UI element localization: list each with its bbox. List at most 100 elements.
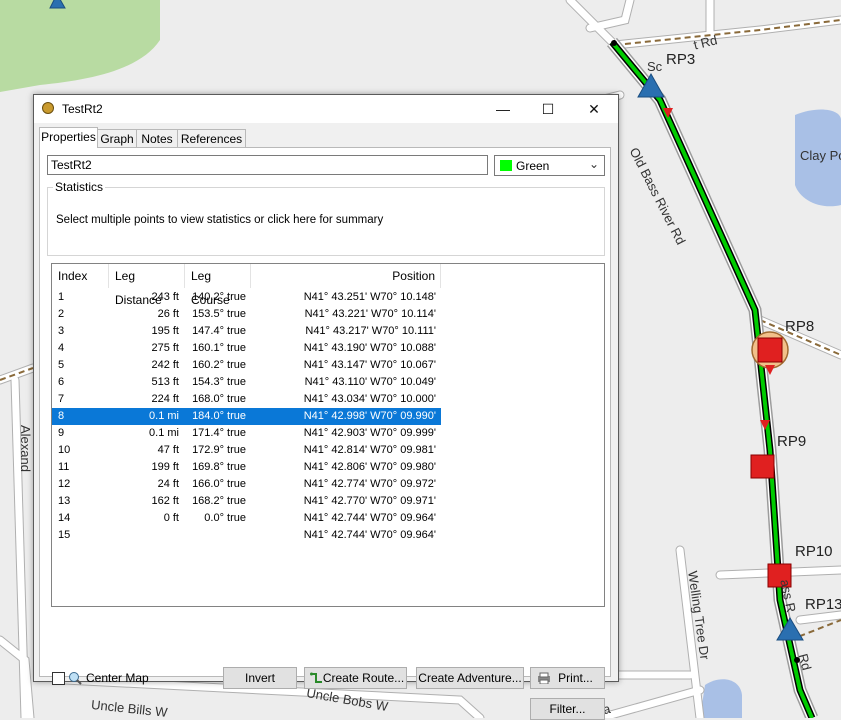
invert-button[interactable]: Invert bbox=[223, 667, 297, 689]
pond bbox=[700, 679, 742, 718]
statistics-summary-link[interactable]: Select multiple points to view statistic… bbox=[56, 214, 383, 226]
cell-index: 4 bbox=[58, 342, 65, 354]
table-row[interactable]: 14 0 ft 0.0° true N41° 42.744' W70° 09.964' bbox=[52, 510, 441, 527]
globe-magnifier-icon bbox=[68, 671, 82, 685]
rp8-marker bbox=[757, 337, 783, 363]
map-label-rp9: RP9 bbox=[777, 433, 807, 450]
table-row[interactable]: 3 195 ft 147.4° true N41° 43.217' W70° 10.1… bbox=[52, 323, 441, 340]
table-row[interactable]: 9 0.1 mi 171.4° true N41° 42.903' W70° 09.9… bbox=[52, 425, 441, 442]
cell-leg-distance: 242 ft bbox=[151, 359, 179, 371]
cell-position: N41° 43.147' W70° 10.067' bbox=[303, 359, 436, 371]
tab-notes[interactable]: Notes bbox=[136, 129, 178, 147]
cell-leg-course: 168.2° true bbox=[192, 495, 246, 507]
close-button[interactable]: ✕ bbox=[571, 95, 617, 123]
table-row[interactable]: 7 224 ft 168.0° true N41° 43.034' W70° 10.0… bbox=[52, 391, 441, 408]
cell-leg-course: 140.2° true bbox=[192, 291, 246, 303]
table-row[interactable]: 10 47 ft 172.9° true N41° 42.814' W70° 09.9… bbox=[52, 442, 441, 459]
table-row[interactable]: 12 24 ft 166.0° true N41° 42.774' W70° 09.9… bbox=[52, 476, 441, 493]
route-properties-dialog: TestRt2 — ☐ ✕ Properties Graph Notes Ref… bbox=[33, 94, 619, 720]
center-map-checkbox[interactable] bbox=[52, 672, 65, 685]
cell-leg-course: 168.0° true bbox=[192, 393, 246, 405]
title-bar[interactable]: TestRt2 — ☐ ✕ bbox=[34, 95, 618, 123]
cell-leg-course: 184.0° true bbox=[192, 410, 246, 422]
cell-leg-course: 171.4° true bbox=[192, 427, 246, 439]
cell-position: N41° 42.744' W70° 09.964' bbox=[303, 512, 436, 524]
tab-graph[interactable]: Graph bbox=[97, 129, 137, 147]
route-points-table[interactable]: Index Leg Distance Leg Course Position 1… bbox=[51, 263, 605, 607]
cell-position: N41° 42.744' W70° 09.964' bbox=[303, 529, 436, 541]
print-button[interactable]: Print... bbox=[530, 667, 605, 689]
cell-leg-course: 166.0° true bbox=[192, 478, 246, 490]
column-header-index[interactable]: Index bbox=[52, 264, 109, 288]
cell-index: 11 bbox=[58, 461, 70, 473]
cell-position: N41° 43.217' W70° 10.111' bbox=[305, 325, 436, 337]
cell-leg-distance: 224 ft bbox=[151, 393, 179, 405]
table-row[interactable]: 5 242 ft 160.2° true N41° 43.147' W70° 10.0… bbox=[52, 357, 441, 374]
cell-index: 10 bbox=[58, 444, 71, 456]
cell-position: N41° 43.110' W70° 10.049' bbox=[304, 376, 436, 388]
color-select[interactable]: Green ⌄ bbox=[494, 155, 605, 176]
cell-leg-course: 0.0° true bbox=[204, 512, 246, 524]
cell-index: 9 bbox=[58, 427, 65, 439]
printer-icon bbox=[538, 672, 550, 684]
column-header-position[interactable]: Position bbox=[251, 264, 441, 288]
cell-leg-distance: 243 ft bbox=[151, 291, 179, 303]
map-label-rp10: RP10 bbox=[795, 543, 833, 560]
cell-index: 8 bbox=[58, 410, 65, 422]
cell-leg-distance: 0.1 mi bbox=[149, 410, 179, 422]
cell-leg-course: 172.9° true bbox=[192, 444, 246, 456]
properties-panel: TestRt2 Green ⌄ Statistics Select multip… bbox=[39, 147, 611, 720]
table-row[interactable]: 13 162 ft 168.2° true N41° 42.770' W70° 09.… bbox=[52, 493, 441, 510]
cell-leg-distance: 195 ft bbox=[151, 325, 179, 337]
table-row[interactable]: 4 275 ft 160.1° true N41° 43.190' W70° 10.0… bbox=[52, 340, 441, 357]
create-route-button[interactable]: Create Route... bbox=[304, 667, 407, 689]
filter-button[interactable]: Filter... bbox=[530, 698, 605, 720]
cell-index: 7 bbox=[58, 393, 65, 405]
cell-position: N41° 42.998' W70° 09.990' bbox=[303, 410, 436, 422]
route-icon bbox=[310, 672, 322, 683]
column-header-leg-course[interactable]: Leg Course bbox=[185, 264, 251, 307]
cell-index: 13 bbox=[58, 495, 71, 507]
cell-index: 1 bbox=[58, 291, 65, 303]
cell-leg-course: 160.2° true bbox=[192, 359, 246, 371]
cell-position: N41° 42.806' W70° 09.980' bbox=[303, 461, 436, 473]
table-row[interactable]: 8 0.1 mi 184.0° true N41° 42.998' W70° 09.9… bbox=[52, 408, 441, 425]
chevron-down-icon: ⌄ bbox=[588, 157, 599, 171]
route-name-field[interactable]: TestRt2 bbox=[47, 155, 488, 175]
cell-leg-distance: 275 ft bbox=[151, 342, 179, 354]
tab-properties[interactable]: Properties bbox=[39, 127, 98, 148]
table-row[interactable]: 2 26 ft 153.5° true N41° 43.221' W70° 10.11… bbox=[52, 306, 441, 323]
window-title: TestRt2 bbox=[62, 102, 103, 116]
minimize-button[interactable]: — bbox=[480, 95, 526, 123]
cell-leg-distance: 26 ft bbox=[157, 308, 179, 320]
map-label-sc: Sc bbox=[647, 59, 663, 74]
cell-position: N41° 42.903' W70° 09.999' bbox=[303, 427, 436, 439]
map-label-alexander: Alexand bbox=[18, 425, 33, 472]
statistics-legend: Statistics bbox=[53, 180, 106, 194]
table-row[interactable]: 1 243 ft 140.2° true N41° 43.251' W70° 10.1… bbox=[52, 289, 441, 306]
rp9-marker bbox=[750, 454, 775, 479]
app-icon bbox=[42, 102, 54, 114]
cell-position: N41° 43.190' W70° 10.088' bbox=[303, 342, 436, 354]
cell-index: 6 bbox=[58, 376, 65, 388]
cell-leg-distance: 199 ft bbox=[151, 461, 179, 473]
cell-index: 15 bbox=[58, 529, 71, 541]
cell-leg-distance: 513 ft bbox=[151, 376, 179, 388]
table-row[interactable]: 11 199 ft 169.8° true N41° 42.806' W70° 09.… bbox=[52, 459, 441, 476]
cell-leg-course: 147.4° true bbox=[192, 325, 246, 337]
cell-position: N41° 43.221' W70° 10.114' bbox=[304, 308, 436, 320]
map-label-rp3: RP3 bbox=[666, 51, 696, 68]
column-header-leg-distance[interactable]: Leg Distance bbox=[109, 264, 185, 307]
table-row[interactable]: 6 513 ft 154.3° true N41° 43.110' W70° 10.0… bbox=[52, 374, 441, 391]
color-select-label: Green bbox=[516, 159, 550, 173]
table-row[interactable]: 15 N41° 42.744' W70° 09.964' bbox=[52, 527, 441, 544]
create-adventure-button[interactable]: Create Adventure... bbox=[416, 667, 524, 689]
cell-index: 14 bbox=[58, 512, 71, 524]
cell-leg-distance: 47 ft bbox=[157, 444, 179, 456]
map-label-clay-pond: Clay Po bbox=[800, 148, 841, 163]
maximize-button[interactable]: ☐ bbox=[525, 95, 571, 123]
tab-references[interactable]: References bbox=[177, 129, 246, 147]
statistics-group: Statistics Select multiple points to vie… bbox=[47, 180, 605, 256]
create-route-label: Create Route... bbox=[322, 671, 405, 685]
cell-leg-course: 169.8° true bbox=[192, 461, 246, 473]
